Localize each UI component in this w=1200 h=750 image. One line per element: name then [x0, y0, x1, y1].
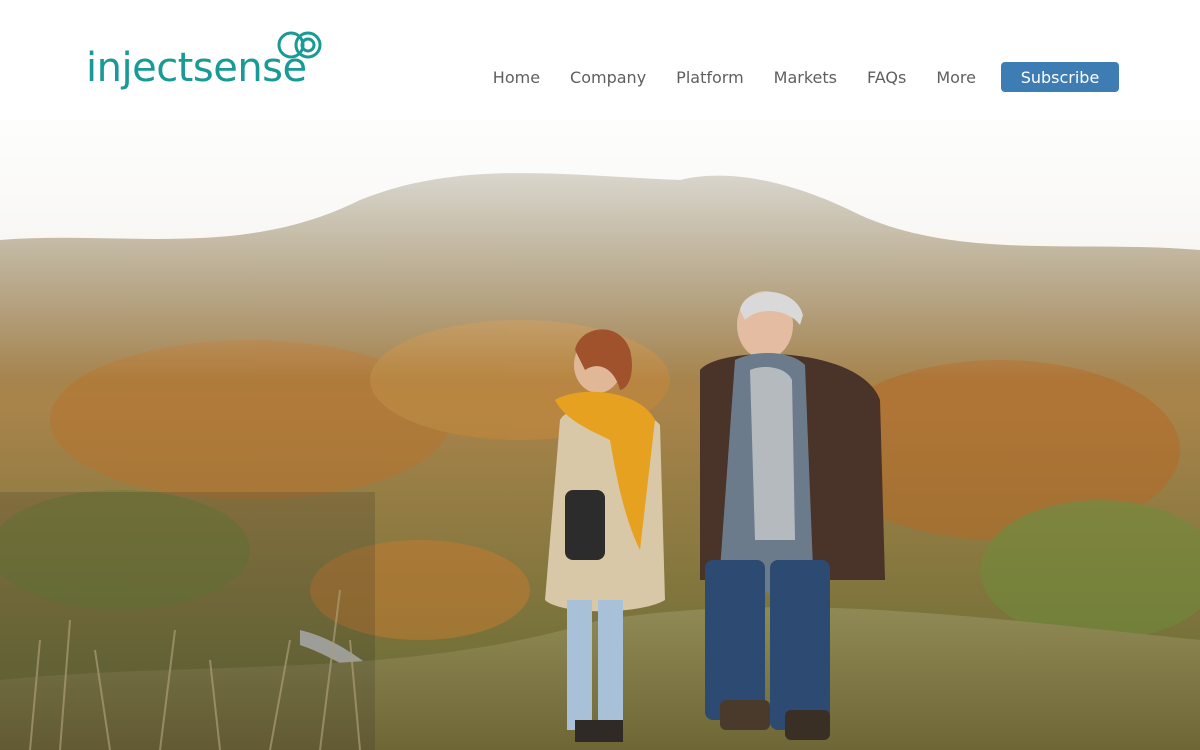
linked-rings-icon [277, 31, 322, 59]
nav-home[interactable]: Home [493, 68, 540, 87]
logo[interactable]: injectsense [86, 28, 326, 98]
hero-section [0, 120, 1200, 750]
nav-markets[interactable]: Markets [774, 68, 837, 87]
overlay-panel [0, 492, 375, 750]
nav-faqs[interactable]: FAQs [867, 68, 906, 87]
nav-more[interactable]: More [936, 68, 976, 87]
site-header: injectsense Home Company Platform Market… [0, 0, 1200, 120]
page: injectsense Home Company Platform Market… [0, 0, 1200, 750]
subscribe-button[interactable]: Subscribe [1001, 62, 1119, 92]
main-nav: Home Company Platform Markets FAQs More … [493, 62, 1119, 92]
logo-text: injectsense [86, 45, 307, 91]
nav-company[interactable]: Company [570, 68, 646, 87]
nav-platform[interactable]: Platform [676, 68, 743, 87]
